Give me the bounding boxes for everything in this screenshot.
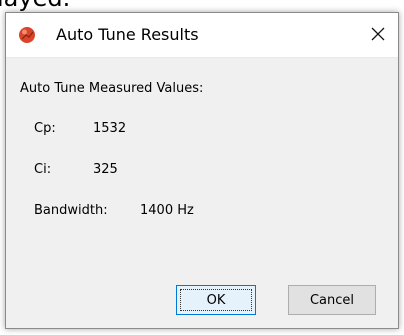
app-icon bbox=[19, 27, 35, 43]
ci-label: Ci: bbox=[34, 162, 52, 177]
ci-value: 325 bbox=[93, 162, 118, 177]
bandwidth-value: 1400 Hz bbox=[140, 203, 194, 218]
cp-value: 1532 bbox=[93, 121, 127, 136]
ok-button[interactable]: OK bbox=[176, 285, 256, 315]
title-bar[interactable]: Auto Tune Results bbox=[6, 13, 398, 57]
window-title: Auto Tune Results bbox=[56, 25, 199, 44]
auto-tune-results-dialog: Auto Tune Results Auto Tune Measured Val… bbox=[5, 12, 399, 329]
bandwidth-label: Bandwidth: bbox=[34, 203, 108, 218]
screen: layed. Auto Tune Results Auto Tune Measu… bbox=[0, 0, 404, 335]
dialog-client-area: Auto Tune Measured Values: Cp: 1532 Ci: … bbox=[6, 57, 398, 328]
measured-values-heading: Auto Tune Measured Values: bbox=[20, 81, 204, 96]
close-icon[interactable] bbox=[366, 22, 390, 46]
cancel-button-label: Cancel bbox=[309, 292, 355, 308]
cancel-button[interactable]: Cancel bbox=[288, 285, 376, 315]
background-text: layed. bbox=[0, 0, 70, 10]
focus-rectangle bbox=[180, 289, 252, 311]
cp-label: Cp: bbox=[34, 121, 56, 136]
